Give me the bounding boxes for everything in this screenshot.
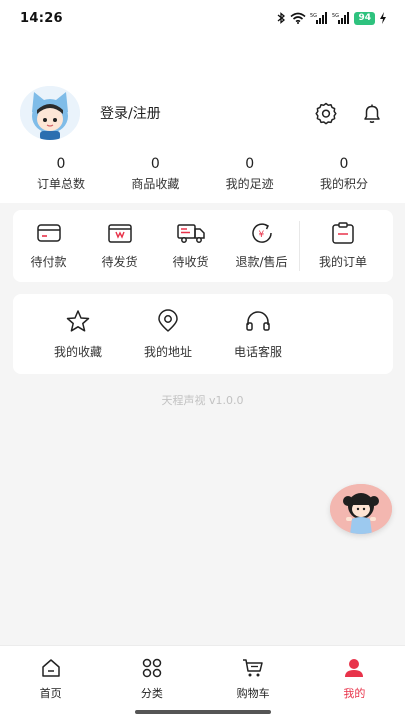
tab-home[interactable]: 首页 [0,658,101,701]
tab-label: 分类 [140,687,163,700]
tab-cart[interactable]: 购物车 [203,658,304,701]
order-label: 退款/售后 [235,255,288,269]
profile-row: 登录/注册 [20,86,388,140]
stat-label: 我的足迹 [225,177,274,191]
order-label: 我的订单 [318,255,367,269]
avatar[interactable] [20,86,80,140]
stat-footprint[interactable]: 0 我的足迹 [203,155,297,195]
svg-text:5G: 5G [332,13,339,19]
user-icon [343,658,365,682]
signal-5g-icon: 5G [310,12,328,24]
order-pending-payment[interactable]: 待付款 [13,222,84,270]
box-icon [107,222,133,248]
service-label: 电话客服 [233,344,282,359]
bluetooth-icon [276,12,286,24]
refund-icon: ¥ [249,222,275,248]
services-card: 我的收藏 我的地址 电话客服 [13,294,393,374]
status-icons: 5G 5G 94 [276,11,387,25]
order-refund[interactable]: ¥ 退款/售后 [226,222,297,270]
divider [299,221,300,271]
tab-category[interactable]: 分类 [101,658,202,701]
settings-gear-icon[interactable] [310,97,342,129]
clipboard-icon [330,222,356,248]
card-icon [36,222,62,248]
wifi-icon [290,12,306,24]
truck-icon [176,222,206,248]
stat-favorites[interactable]: 0 商品收藏 [108,155,202,195]
order-label: 待付款 [30,255,67,269]
svg-text:5G: 5G [310,13,317,19]
login-register-link[interactable]: 登录/注册 [100,103,310,123]
cart-icon [242,658,264,682]
bottom-tab-bar: 首页 分类 购物车 我的 [0,645,405,720]
stat-value: 0 [245,156,255,172]
version-text: 天程声视 v1.0.0 [161,394,244,407]
status-bar: 14:26 5G 5G 94 [0,0,405,36]
location-pin-icon [155,308,181,337]
phone-support[interactable]: 电话客服 [213,309,303,360]
tab-label: 首页 [39,687,62,700]
stat-label: 商品收藏 [131,177,180,191]
battery-indicator: 94 [354,11,375,25]
order-pending-shipment[interactable]: 待发货 [84,222,155,270]
stat-points[interactable]: 0 我的积分 [297,155,391,195]
order-label: 待发货 [101,255,138,269]
tab-label: 购物车 [236,687,270,700]
star-icon [65,309,91,337]
home-indicator [135,710,271,714]
service-label: 我的地址 [143,344,192,359]
notification-bell-icon[interactable] [356,97,388,129]
service-label: 我的收藏 [53,344,102,359]
status-time: 14:26 [20,10,63,26]
home-icon [40,658,62,682]
signal-5g-icon: 5G [332,12,350,24]
grid-icon [141,658,163,682]
order-label: 待收货 [172,255,209,269]
stat-value: 0 [339,156,349,172]
svg-text:¥: ¥ [258,230,264,240]
my-orders[interactable]: 我的订单 [302,222,384,270]
tab-mine[interactable]: 我的 [304,658,405,701]
headset-icon [244,309,272,337]
stat-value: 0 [56,156,66,172]
stat-label: 我的积分 [319,177,368,191]
my-address[interactable]: 我的地址 [123,308,213,360]
floating-assistant-avatar[interactable] [330,484,392,534]
stat-order-total[interactable]: 0 订单总数 [14,155,108,195]
order-pending-receipt[interactable]: 待收货 [155,222,226,270]
stat-value: 0 [150,156,160,172]
tab-label: 我的 [343,687,366,700]
my-favorites[interactable]: 我的收藏 [33,309,123,360]
orders-card: 待付款 待发货 待收货 ¥ 退款/售后 我的订单 [13,210,393,282]
charging-icon [379,12,387,24]
stat-label: 订单总数 [36,177,85,191]
stats-row: 0 订单总数 0 商品收藏 0 我的足迹 0 我的积分 [14,155,391,195]
